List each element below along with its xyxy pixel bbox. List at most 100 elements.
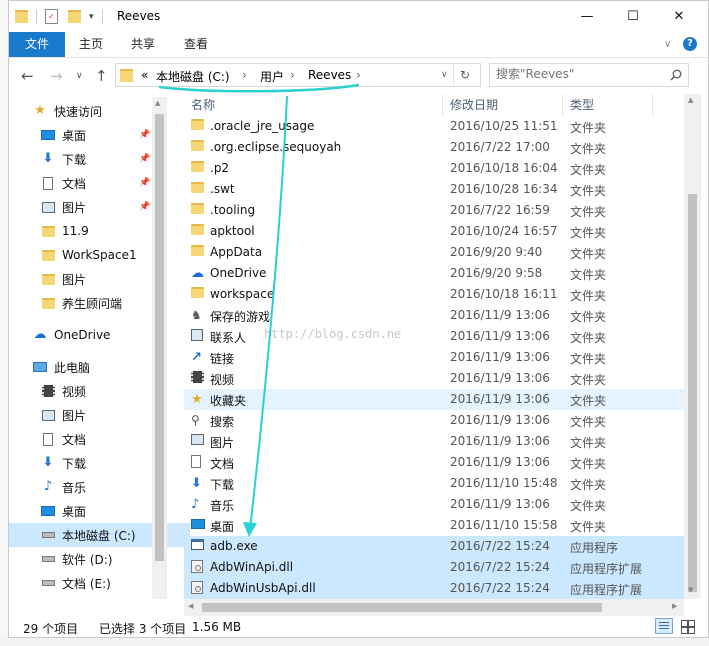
file-row[interactable]: 桌面 2016/11/10 15:58 文件夹 (184, 515, 684, 536)
file-type: 文件夹 (570, 268, 607, 282)
column-header-name[interactable]: 名称 (191, 94, 215, 116)
file-row[interactable]: 图片 2016/11/9 13:06 文件夹 (184, 431, 684, 452)
close-button[interactable]: ✕ (656, 1, 702, 32)
refresh-icon[interactable]: ↻ (460, 68, 470, 82)
game-icon: ♞ (191, 308, 202, 322)
expand-ribbon-icon[interactable]: ∨ (664, 32, 671, 57)
scroll-up-icon[interactable]: ▲ (688, 96, 693, 104)
file-date: 2016/10/18 16:11 (450, 287, 558, 301)
sidebar-item-label: 文档 (62, 176, 87, 191)
folder-icon (40, 248, 56, 262)
breadcrumb-separator[interactable]: › (290, 68, 295, 82)
column-divider[interactable] (442, 94, 443, 116)
pin-icon[interactable]: 📌 (139, 178, 150, 188)
sidebar-scrollbar[interactable]: ▲ (152, 97, 167, 599)
tab-home[interactable]: 主页 (79, 32, 103, 57)
folder-icon (191, 287, 206, 301)
tab-file[interactable]: 文件 (9, 32, 65, 57)
document-icon (191, 455, 206, 469)
file-row[interactable]: ↗ 链接 2016/11/9 13:06 文件夹 (184, 347, 684, 368)
breadcrumb-drive-c[interactable]: 本地磁盘 (C:) (156, 68, 230, 85)
pin-icon[interactable]: 📌 (139, 202, 150, 212)
file-name: 链接 (210, 352, 235, 366)
toolbar-divider (101, 9, 103, 24)
recent-locations-button[interactable]: ∨ (76, 71, 83, 81)
search-box[interactable] (489, 63, 689, 87)
file-row[interactable]: workspace 2016/10/18 16:11 文件夹 (184, 284, 684, 305)
address-overflow[interactable]: « (141, 68, 148, 82)
column-divider[interactable] (652, 94, 653, 116)
scroll-right-icon[interactable]: ▶ (672, 602, 677, 610)
address-bar[interactable]: « 本地磁盘 (C:) › 用户 › Reeves › ∨ ↻ (115, 63, 481, 87)
column-header-date[interactable]: 修改日期 (450, 94, 498, 116)
file-row[interactable]: adb.exe 2016/7/22 15:24 应用程序 (184, 536, 684, 557)
file-row[interactable]: AppData 2016/9/20 9:40 文件夹 (184, 242, 684, 263)
file-name: 保存的游戏 (210, 310, 271, 324)
scroll-up-icon[interactable]: ▲ (155, 99, 160, 107)
file-date: 2016/9/20 9:40 (450, 245, 543, 259)
up-button[interactable]: ↑ (95, 67, 108, 85)
file-row[interactable]: ♪ 音乐 2016/11/9 13:06 文件夹 (184, 494, 684, 515)
file-row[interactable]: ★ 收藏夹 2016/11/9 13:06 文件夹 (184, 389, 684, 410)
customize-toolbar-icon[interactable]: ▾ (89, 12, 94, 22)
file-row[interactable]: AdbWinApi.dll 2016/7/22 15:24 应用程序扩展 (184, 557, 684, 578)
file-type: 文件夹 (570, 247, 607, 261)
back-button[interactable]: ← (21, 67, 34, 85)
minimize-button[interactable]: — (564, 1, 610, 32)
details-view-icon[interactable] (655, 618, 673, 634)
file-row[interactable]: .p2 2016/10/18 16:04 文件夹 (184, 158, 684, 179)
scroll-down-icon[interactable]: ▼ (688, 586, 693, 594)
new-folder-icon[interactable] (68, 10, 81, 23)
status-bar: 29 个项目 已选择 3 个项目 1.56 MB (9, 616, 708, 637)
column-header-type[interactable]: 类型 (570, 94, 594, 116)
address-dropdown-icon[interactable]: ∨ (441, 70, 448, 80)
breadcrumb-separator[interactable]: › (356, 68, 361, 82)
tab-share[interactable]: 共享 (131, 32, 155, 57)
sidebar-scroll-thumb[interactable] (155, 114, 164, 561)
file-list-scroll-thumb[interactable] (688, 194, 697, 592)
pin-icon[interactable]: 📌 (139, 130, 150, 140)
breadcrumb-users[interactable]: 用户 (260, 68, 284, 85)
file-row[interactable]: .tooling 2016/7/22 16:59 文件夹 (184, 200, 684, 221)
properties-icon[interactable]: ✓ (45, 9, 58, 24)
file-row[interactable]: .swt 2016/10/28 16:34 文件夹 (184, 179, 684, 200)
file-list-scrollbar[interactable]: ▲ ▼ (684, 94, 701, 599)
large-icons-view-icon[interactable] (680, 619, 695, 634)
file-row[interactable]: 视频 2016/11/9 13:06 文件夹 (184, 368, 684, 389)
selection-count: 已选择 3 个项目 (99, 622, 187, 636)
file-row[interactable]: AdbWinUsbApi.dll 2016/7/22 15:24 应用程序扩展 (184, 578, 684, 599)
scroll-left-icon[interactable]: ◀ (188, 602, 193, 610)
folder-icon[interactable] (15, 10, 28, 23)
maximize-button[interactable]: ☐ (610, 1, 656, 32)
horizontal-scroll-thumb[interactable] (202, 603, 602, 612)
file-type: 应用程序扩展 (570, 562, 643, 576)
file-row[interactable]: apktool 2016/10/24 16:57 文件夹 (184, 221, 684, 242)
dll-icon (191, 581, 206, 595)
help-icon[interactable]: ? (683, 37, 697, 51)
breadcrumb-separator[interactable]: › (242, 68, 247, 82)
column-divider[interactable] (562, 94, 563, 116)
file-row[interactable]: ☁ OneDrive 2016/9/20 9:58 文件夹 (184, 263, 684, 284)
file-row[interactable]: 联系人 2016/11/9 13:06 文件夹 (184, 326, 684, 347)
file-date: 2016/7/22 17:00 (450, 140, 550, 154)
star-icon: ★ (191, 392, 203, 407)
desktop-icon (40, 128, 56, 142)
horizontal-scrollbar[interactable]: ◀ ▶ (184, 599, 684, 616)
file-row[interactable]: ⬇ 下载 2016/11/10 15:48 文件夹 (184, 473, 684, 494)
cloud-icon: ☁ (33, 327, 47, 342)
file-row[interactable]: ♞ 保存的游戏 2016/11/9 13:06 文件夹 (184, 305, 684, 326)
file-name: apktool (210, 224, 255, 238)
file-name: 文档 (210, 457, 235, 471)
sidebar-item-label: 本地磁盘 (C:) (62, 528, 136, 543)
search-input[interactable] (496, 67, 661, 81)
tab-view[interactable]: 查看 (184, 32, 208, 57)
file-date: 2016/11/9 13:06 (450, 413, 550, 427)
file-row[interactable]: .org.eclipse.sequoyah 2016/7/22 17:00 文件夹 (184, 137, 684, 158)
file-row[interactable]: 文档 2016/11/9 13:06 文件夹 (184, 452, 684, 473)
file-row[interactable]: .oracle_jre_usage 2016/10/25 11:51 文件夹 (184, 116, 684, 137)
breadcrumb-reeves[interactable]: Reeves (308, 68, 351, 82)
file-row[interactable]: ⚲ 搜索 2016/11/9 13:06 文件夹 (184, 410, 684, 431)
forward-button[interactable]: → (50, 67, 63, 85)
search-icon[interactable] (670, 69, 682, 81)
pin-icon[interactable]: 📌 (139, 154, 150, 164)
